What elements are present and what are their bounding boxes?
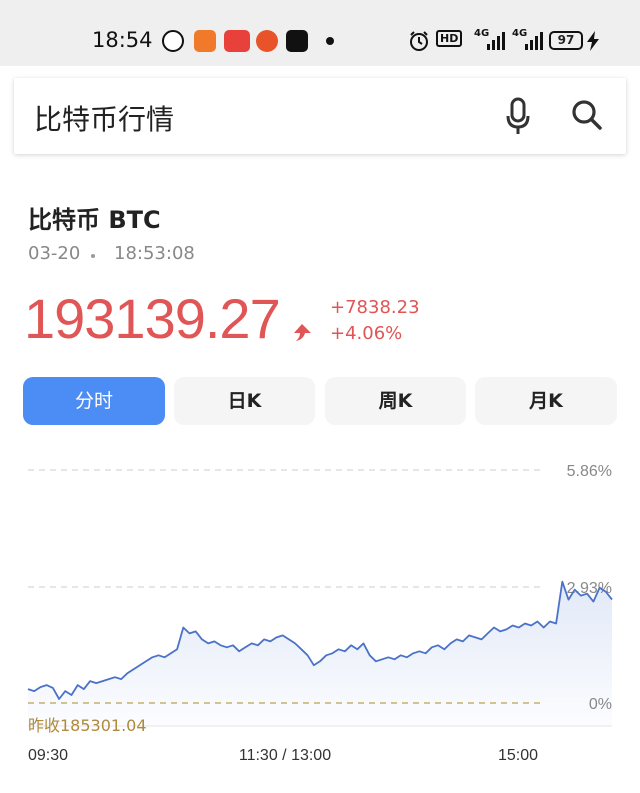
signal-icon-2 — [525, 32, 543, 50]
status-time: 18:54 — [92, 28, 153, 52]
hd-badge: HD — [436, 30, 463, 47]
price-change-percent: +4.06% — [330, 323, 403, 344]
notification-dot — [326, 37, 334, 45]
app-icon — [256, 30, 278, 52]
mic-icon[interactable] — [503, 96, 533, 136]
app-notification-icon — [162, 30, 184, 52]
search-icon[interactable] — [570, 98, 604, 132]
signal-icon — [487, 32, 505, 50]
price-area — [28, 581, 612, 726]
kuaishou-icon — [194, 30, 216, 52]
status-bar: 18:54 HD 4G 4G 97 — [0, 0, 640, 66]
quote-time: 18:53:08 — [114, 243, 195, 264]
x-tick-start: 09:30 — [28, 747, 68, 764]
coin-name: 比特币 BTC — [28, 206, 161, 234]
price-up-arrow-icon — [294, 324, 311, 341]
alarm-icon — [410, 31, 428, 51]
price-change: +7838.23 — [330, 297, 420, 318]
tab-weekly-k[interactable]: 周K — [325, 377, 466, 425]
tab-intraday[interactable]: 分时 — [23, 377, 165, 425]
capcut-icon — [286, 30, 308, 52]
search-bar[interactable]: 比特币行情 — [14, 78, 626, 154]
tab-monthly-k[interactable]: 月K — [475, 377, 617, 425]
tab-daily-k[interactable]: 日K — [174, 377, 315, 425]
x-tick-mid: 11:30 / 13:00 — [239, 747, 331, 764]
toutiao-icon — [224, 30, 250, 52]
x-tick-end: 15:00 — [498, 747, 538, 764]
intraday-chart: 5.86% 2.93% 0% 昨收185301.04 09:30 11:30 /… — [27, 463, 613, 764]
current-price: 193139.27 — [24, 287, 281, 350]
y-label-top: 5.86% — [567, 463, 612, 480]
search-input[interactable]: 比特币行情 — [34, 98, 174, 138]
battery-icon: 97 — [549, 31, 583, 50]
quote-date: 03-20 — [28, 243, 81, 264]
charging-icon — [587, 31, 599, 51]
separator-dot — [91, 254, 95, 258]
